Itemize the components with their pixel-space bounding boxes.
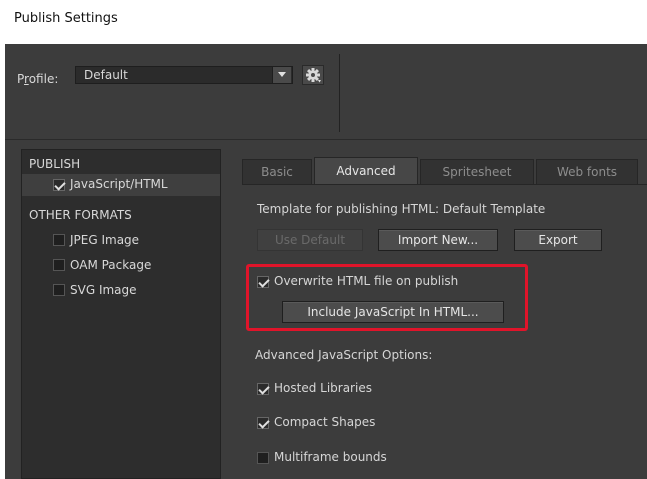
profile-dropdown-button[interactable] <box>272 67 291 83</box>
highlight-box <box>246 264 528 331</box>
format-item-svg[interactable]: SVG Image <box>22 280 220 300</box>
compact-shapes-label: Compact Shapes <box>274 415 376 429</box>
toolbar-divider <box>339 54 340 132</box>
format-label: OAM Package <box>70 258 152 272</box>
multiframe-bounds-label: Multiframe bounds <box>274 450 387 464</box>
javascript-html-checkbox[interactable] <box>53 179 65 191</box>
chevron-down-icon <box>278 72 286 77</box>
use-default-button[interactable]: Use Default <box>257 229 363 251</box>
hosted-libraries-checkbox[interactable] <box>257 383 269 395</box>
window-title: Publish Settings <box>14 11 118 26</box>
profile-options-button[interactable] <box>302 65 324 85</box>
format-label: JPEG Image <box>70 233 140 247</box>
compact-shapes-option[interactable]: Compact Shapes <box>257 414 457 432</box>
oam-checkbox[interactable] <box>53 259 65 271</box>
tab-basic[interactable]: Basic <box>242 159 312 185</box>
multiframe-bounds-checkbox[interactable] <box>257 452 269 464</box>
format-item-jpeg[interactable]: JPEG Image <box>22 230 220 250</box>
tab-advanced[interactable]: Advanced <box>314 157 418 185</box>
svg-checkbox[interactable] <box>53 284 65 296</box>
profile-select-value: Default <box>84 68 128 82</box>
export-button[interactable]: Export <box>514 229 602 251</box>
profile-select[interactable]: Default <box>75 66 293 84</box>
jpeg-checkbox[interactable] <box>53 234 65 246</box>
format-item-oam[interactable]: OAM Package <box>22 255 220 275</box>
tab-spritesheet[interactable]: Spritesheet <box>420 159 534 185</box>
multiframe-bounds-option[interactable]: Multiframe bounds <box>257 449 457 467</box>
profile-label: Profile: <box>17 72 59 86</box>
import-new-button[interactable]: Import New... <box>378 229 498 251</box>
publish-formats-panel: PUBLISH JavaScript/HTML OTHER FORMATS JP… <box>21 149 221 479</box>
tabs-baseline <box>242 184 647 185</box>
tab-web-fonts[interactable]: Web fonts <box>536 159 638 185</box>
format-item-javascript-html[interactable]: JavaScript/HTML <box>22 174 220 196</box>
format-label: JavaScript/HTML <box>70 177 168 191</box>
hosted-libraries-option[interactable]: Hosted Libraries <box>257 380 457 398</box>
template-info: Template for publishing HTML: Default Te… <box>257 202 546 216</box>
section-publish: PUBLISH <box>29 157 81 171</box>
section-other-formats: OTHER FORMATS <box>29 208 132 222</box>
compact-shapes-checkbox[interactable] <box>257 417 269 429</box>
advanced-js-options-title: Advanced JavaScript Options: <box>255 348 433 362</box>
header-divider <box>5 139 647 140</box>
format-label: SVG Image <box>70 283 137 297</box>
gear-icon <box>302 65 324 85</box>
hosted-libraries-label: Hosted Libraries <box>274 381 372 395</box>
